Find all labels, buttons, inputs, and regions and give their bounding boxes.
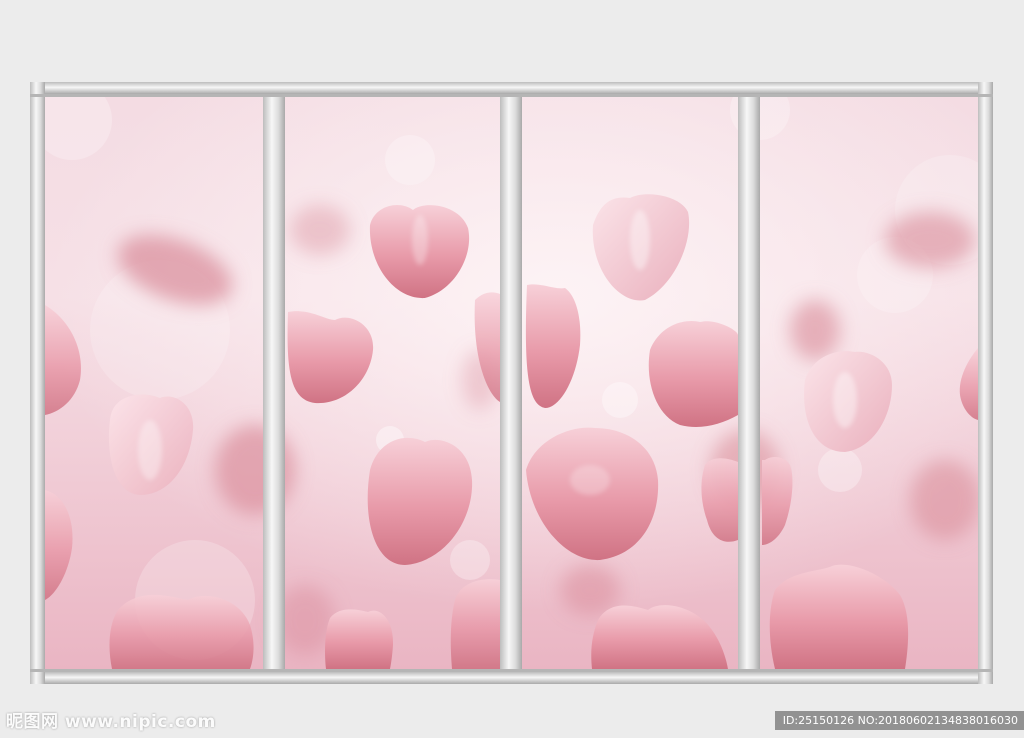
site-watermark: 昵图网 www.nipic.com xyxy=(6,712,216,732)
image-id-watermark: ID:25150126 NO:20180602134838016030 xyxy=(774,711,1024,730)
sliding-door-photo xyxy=(30,82,993,684)
